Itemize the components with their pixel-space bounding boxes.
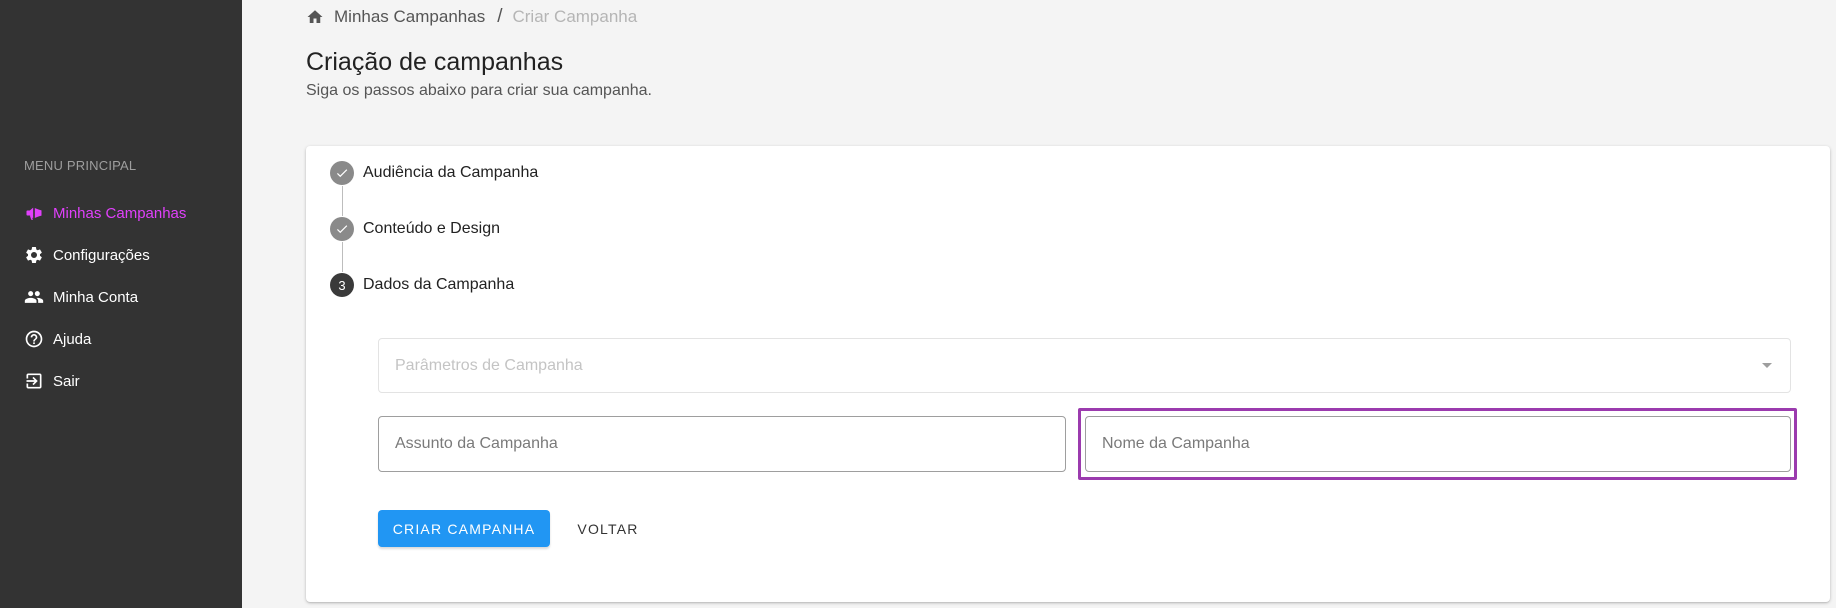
home-icon[interactable] <box>306 8 324 26</box>
breadcrumb-current: Criar Campanha <box>512 7 638 26</box>
campaign-name-field[interactable] <box>1085 416 1791 472</box>
step-audiencia[interactable]: Audiência da Campanha <box>330 160 538 186</box>
page-subtitle: Siga os passos abaixo para criar sua cam… <box>306 82 652 99</box>
page-title: Criação de campanhas <box>306 48 564 76</box>
campaign-subject-input[interactable] <box>395 435 1065 453</box>
campaign-parameters-select[interactable]: Parâmetros de Campanha <box>378 338 1791 393</box>
caret-down-icon <box>1762 363 1772 368</box>
back-button[interactable]: VOLTAR <box>568 510 648 547</box>
step-complete-check-icon <box>330 217 354 241</box>
breadcrumb-separator: / <box>497 6 503 27</box>
logout-icon <box>24 371 44 391</box>
sidebar-item-minha-conta[interactable]: Minha Conta <box>0 276 242 318</box>
create-campaign-button[interactable]: CRIAR CAMPANHA <box>378 510 550 547</box>
help-circle-icon <box>24 329 44 349</box>
campaign-subject-field[interactable] <box>378 416 1066 472</box>
sidebar-item-label: Minhas Campanhas <box>53 204 187 222</box>
sidebar-item-label: Configurações <box>53 246 150 264</box>
step-complete-check-icon <box>330 161 354 185</box>
step-number: 3 <box>330 273 354 297</box>
select-placeholder: Parâmetros de Campanha <box>395 356 583 374</box>
step-conteudo[interactable]: Conteúdo e Design <box>330 216 500 242</box>
sidebar-item-ajuda[interactable]: Ajuda <box>0 318 242 360</box>
campaign-name-input[interactable] <box>1102 435 1790 453</box>
menu-heading: MENU PRINCIPAL <box>24 158 137 173</box>
sidebar-item-configuracoes[interactable]: Configurações <box>0 234 242 276</box>
sidebar: MENU PRINCIPAL Minhas Campanhas Configur… <box>0 0 242 608</box>
megaphone-icon <box>24 203 44 223</box>
stepper-connector <box>342 186 343 216</box>
sidebar-item-label: Ajuda <box>53 330 92 348</box>
step-label: Conteúdo e Design <box>363 220 500 237</box>
sidebar-item-minhas-campanhas[interactable]: Minhas Campanhas <box>0 192 242 234</box>
sidebar-item-sair[interactable]: Sair <box>0 360 242 402</box>
sidebar-item-label: Sair <box>53 372 80 390</box>
stepper-connector <box>342 242 343 272</box>
sidebar-item-label: Minha Conta <box>53 288 139 306</box>
step-label: Audiência da Campanha <box>363 164 539 181</box>
stepper-card: Audiência da Campanha Conteúdo e Design … <box>306 146 1830 602</box>
sidebar-menu: Minhas Campanhas Configurações Minha Con… <box>0 192 242 402</box>
step-dados[interactable]: 3 Dados da Campanha <box>330 272 514 298</box>
step-label: Dados da Campanha <box>363 276 515 293</box>
main-content: Minhas Campanhas / Criar Campanha Criaçã… <box>242 0 1836 608</box>
gear-icon <box>24 245 44 265</box>
breadcrumb: Minhas Campanhas / Criar Campanha <box>306 6 637 28</box>
people-icon <box>24 287 44 307</box>
breadcrumb-link-minhas-campanhas[interactable]: Minhas Campanhas <box>334 7 485 27</box>
